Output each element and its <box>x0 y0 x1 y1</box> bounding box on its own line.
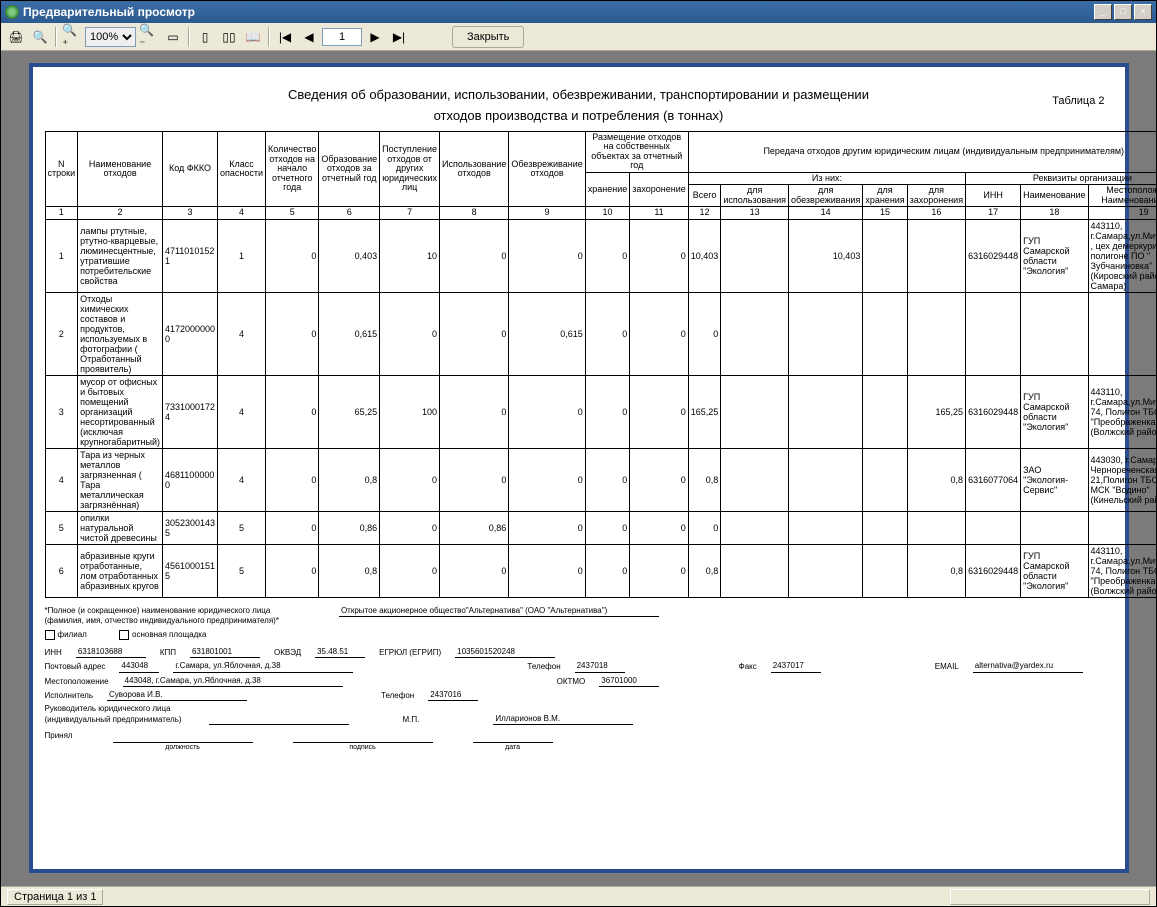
statusbar: Страница 1 из 1 <box>1 886 1156 906</box>
col-number: 3 <box>162 207 217 219</box>
next-page-icon[interactable]: ▶ <box>364 26 386 48</box>
close-button[interactable]: Закрыть <box>452 26 524 48</box>
col-number: 8 <box>440 207 509 219</box>
titlebar: Предварительный просмотр _ □ × <box>1 1 1156 23</box>
window-title: Предварительный просмотр <box>23 5 1094 19</box>
prev-page-icon[interactable]: ◀ <box>298 26 320 48</box>
col-number: 19 <box>1088 207 1156 219</box>
table-number: Таблица 2 <box>1052 95 1104 107</box>
page-number-input[interactable] <box>322 28 362 46</box>
last-page-icon[interactable]: ▶| <box>388 26 410 48</box>
col-number: 16 <box>907 207 965 219</box>
zoom-in-icon[interactable]: 🔍⁺ <box>61 26 83 48</box>
toolbar: 🖨 🔍 🔍⁺ 100% 🔍⁻ ▭ ▯ ▯▯ 📖 |◀ ◀ ▶ ▶| Закрыт… <box>1 23 1156 51</box>
first-page-icon[interactable]: |◀ <box>274 26 296 48</box>
fit-page-icon[interactable]: ▭ <box>162 26 184 48</box>
col-number: 2 <box>78 207 163 219</box>
close-window-button[interactable]: × <box>1134 4 1152 20</box>
search-icon[interactable]: 🔍 <box>29 26 51 48</box>
col-number: 15 <box>863 207 907 219</box>
app-icon <box>5 5 19 19</box>
report-page: Таблица 2 Сведения об образовании, испол… <box>29 63 1129 873</box>
col-number: 14 <box>789 207 863 219</box>
col-number: 1 <box>45 207 78 219</box>
col-number: 6 <box>319 207 380 219</box>
report-title: Сведения об образовании, использовании, … <box>45 87 1113 102</box>
main-site-checkbox[interactable] <box>119 630 129 640</box>
report-footer: *Полное (и сокращенное) наименование юри… <box>45 606 1113 753</box>
col-number: 11 <box>630 207 689 219</box>
col-number: 12 <box>688 207 721 219</box>
col-number: 7 <box>380 207 440 219</box>
view-double-icon[interactable]: ▯▯ <box>218 26 240 48</box>
maximize-button[interactable]: □ <box>1114 4 1132 20</box>
col-number: 13 <box>721 207 789 219</box>
col-number: 9 <box>509 207 585 219</box>
table-row: 2Отходы химических составов и продуктов,… <box>45 292 1156 375</box>
table-row: 6абразивные круги отработанные, лом отра… <box>45 544 1156 597</box>
view-book-icon[interactable]: 📖 <box>242 26 264 48</box>
print-icon[interactable]: 🖨 <box>5 26 27 48</box>
table-row: 3мусор от офисных и бытовых помещений ор… <box>45 375 1156 448</box>
preview-viewport[interactable]: Таблица 2 Сведения об образовании, испол… <box>1 51 1156 886</box>
minimize-button[interactable]: _ <box>1094 4 1112 20</box>
table-row: 1лампы ртутные, ртутно-кварцевые, люмине… <box>45 219 1156 292</box>
col-number: 5 <box>266 207 319 219</box>
col-number: 10 <box>585 207 630 219</box>
zoom-out-icon[interactable]: 🔍⁻ <box>138 26 160 48</box>
zoom-select[interactable]: 100% <box>85 27 136 47</box>
col-number: 17 <box>966 207 1021 219</box>
col-number: 4 <box>218 207 266 219</box>
report-subtitle: отходов производства и потребления (в то… <box>45 108 1113 123</box>
view-single-icon[interactable]: ▯ <box>194 26 216 48</box>
report-table: N строки Наименование отходов Код ФККО К… <box>45 131 1157 598</box>
table-row: 5опилки натуральной чистой древесины3052… <box>45 511 1156 544</box>
filial-checkbox[interactable] <box>45 630 55 640</box>
col-number: 18 <box>1021 207 1088 219</box>
page-info: Страница 1 из 1 <box>7 889 103 905</box>
table-row: 4Тара из черных металлов загрязненная ( … <box>45 448 1156 511</box>
